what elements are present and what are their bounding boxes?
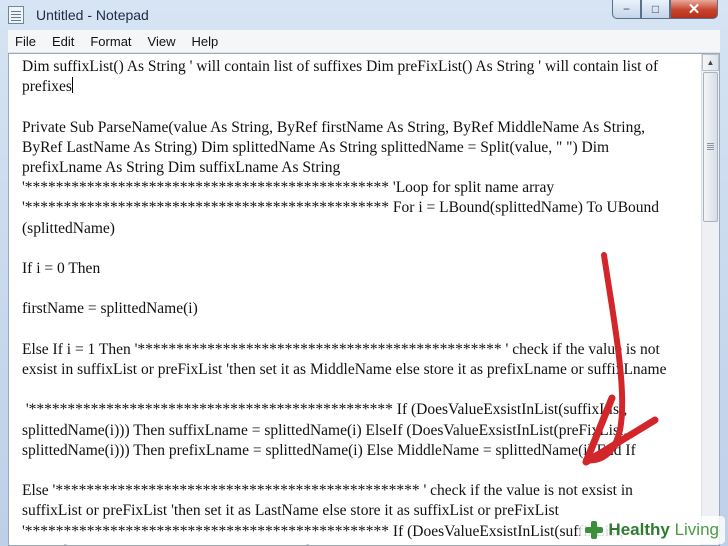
close-icon: ✕ [687, 1, 701, 18]
text-caret [71, 77, 73, 94]
text-line: splittedName(i))) Then prefixLname = spl… [22, 441, 636, 459]
text-line: Private Sub ParseName(value As String, B… [22, 118, 645, 136]
text-line [22, 461, 692, 481]
text-line [22, 320, 692, 340]
text-line [22, 97, 692, 117]
text-editor[interactable]: Dim suffixList() As String ' will contai… [8, 53, 720, 546]
healthy-living-watermark: Healthy Living [580, 516, 725, 544]
notepad-icon [8, 6, 24, 24]
title-bar[interactable]: Untitled - Notepad − □ ✕ [0, 0, 728, 30]
text-line [22, 380, 692, 400]
menu-help[interactable]: Help [184, 34, 225, 49]
menu-bar: File Edit Format View Help [8, 30, 720, 53]
grip-icon [707, 143, 714, 144]
menu-view[interactable]: View [141, 34, 183, 49]
window-title: Untitled - Notepad [36, 7, 149, 23]
editor-content[interactable]: Dim suffixList() As String ' will contai… [22, 57, 692, 545]
text-line: Else '**********************************… [22, 482, 633, 500]
healthy-living-logo-icon [584, 520, 604, 540]
menu-format[interactable]: Format [83, 34, 138, 49]
text-line [22, 279, 692, 299]
text-line: prefixes [22, 77, 73, 96]
text-line: exsist in suffixList or preFixList 'then… [22, 361, 667, 379]
notepad-window: Untitled - Notepad − □ ✕ File Edit Forma… [0, 0, 728, 546]
text-line: '***************************************… [22, 199, 660, 217]
text-line [22, 239, 692, 259]
vertical-scrollbar[interactable]: ▲ [701, 54, 719, 545]
text-line: splittedName(i))) Then suffixLname = spl… [22, 421, 628, 439]
menu-edit[interactable]: Edit [45, 34, 81, 49]
scroll-up-icon: ▲ [706, 58, 715, 67]
text-line: prefixLname As String Dim suffixLname As… [22, 159, 341, 177]
scroll-up-button[interactable]: ▲ [702, 54, 719, 71]
watermark-text: Healthy Living [608, 520, 719, 539]
text-line: If i = 0 Then [22, 260, 101, 278]
text-line: Dim suffixList() As String ' will contai… [22, 58, 659, 75]
maximize-button[interactable]: □ [641, 0, 670, 19]
close-button[interactable]: ✕ [670, 0, 718, 19]
text-line: ByRef LastName As String) Dim splittedNa… [22, 138, 610, 156]
scroll-thumb[interactable] [703, 72, 718, 222]
text-line: '***************************************… [22, 179, 555, 197]
minimize-button[interactable]: − [612, 0, 641, 19]
maximize-icon: □ [651, 2, 660, 16]
menu-file[interactable]: File [8, 34, 43, 49]
text-line: (splittedName) [22, 219, 115, 237]
text-line: '***************************************… [22, 401, 628, 419]
text-line: firstName = splittedName(i) [22, 300, 198, 318]
window-controls: − □ ✕ [612, 0, 718, 20]
text-line: Else If i = 1 Then '********************… [22, 340, 660, 358]
minimize-icon: − [622, 2, 630, 16]
